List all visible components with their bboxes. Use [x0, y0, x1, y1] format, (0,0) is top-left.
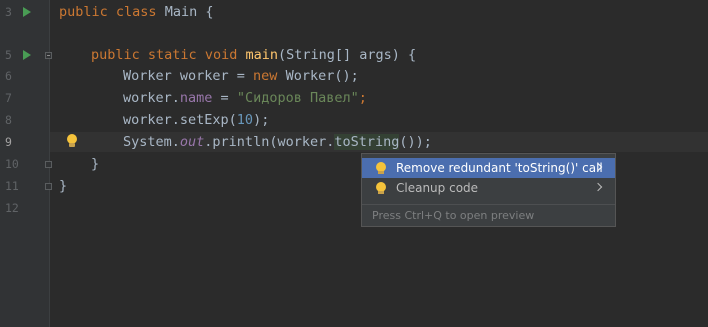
bulb-icon — [375, 178, 389, 198]
code-line-5[interactable]: public static void main(String[] args) { — [91, 45, 416, 65]
method-args: (String[] args) { — [278, 47, 417, 63]
line-number: 12 — [5, 201, 19, 215]
code-line-6[interactable]: Worker worker = new Worker(); — [123, 66, 359, 86]
line-number: 10 — [5, 157, 19, 171]
brace: { — [205, 4, 214, 20]
line-number: 6 — [5, 69, 12, 83]
keyword: static — [147, 47, 197, 63]
preview-hint: Press Ctrl+Q to open preview — [372, 209, 535, 222]
code-line-11[interactable]: } — [59, 176, 67, 196]
remove-redundant-tostring-item[interactable]: Remove redundant 'toString()' call — [362, 158, 615, 178]
code-line-10[interactable]: } — [91, 154, 99, 174]
line-number: 5 — [5, 48, 12, 62]
keyword: public — [59, 4, 108, 20]
code-text: = — [212, 90, 237, 106]
run-main-icon[interactable] — [23, 50, 31, 60]
intention-actions-popup: Remove redundant 'toString()' call Clean… — [361, 153, 616, 227]
chevron-right-icon[interactable] — [593, 182, 603, 192]
keyword: public — [91, 47, 140, 63]
fold-collapse-icon[interactable] — [45, 52, 52, 59]
code-line-3[interactable]: public class Main { — [59, 2, 214, 22]
line-number: 9 — [5, 135, 12, 149]
menu-item-label: Cleanup code — [396, 181, 479, 195]
bulb-icon[interactable] — [65, 132, 79, 152]
line-number: 7 — [5, 91, 12, 105]
code-line-9[interactable]: System.out.println(worker.toString()); — [123, 132, 432, 152]
redundant-call-highlight[interactable]: toString — [334, 134, 400, 150]
class-name: Main — [164, 4, 198, 20]
code-text: Worker worker = — [123, 68, 254, 84]
fold-end-icon[interactable] — [45, 161, 52, 168]
field-name: name — [179, 90, 213, 106]
fold-end-icon[interactable] — [45, 183, 52, 190]
line-number: 3 — [5, 5, 12, 19]
code-text: worker. — [123, 90, 180, 106]
code-text: worker.setExp( — [123, 112, 237, 128]
keyword: class — [115, 4, 157, 20]
code-text: ()); — [399, 134, 432, 150]
semicolon: ; — [358, 90, 367, 106]
string-literal: "Сидоров Павел" — [236, 90, 359, 106]
code-text: .println(worker. — [204, 134, 335, 150]
brace: } — [91, 156, 100, 172]
number-literal: 10 — [236, 112, 254, 128]
keyword: void — [204, 47, 238, 63]
method-name: main — [245, 47, 279, 63]
run-class-icon[interactable] — [23, 7, 31, 17]
static-field: out — [179, 134, 205, 150]
line-number: 8 — [5, 113, 12, 127]
code-text: ); — [253, 112, 270, 128]
menu-item-label: Remove redundant 'toString()' call — [396, 161, 603, 175]
cleanup-code-item[interactable]: Cleanup code — [362, 178, 615, 198]
code-text: Worker(); — [277, 68, 359, 84]
line-number: 11 — [5, 179, 19, 193]
code-line-7[interactable]: worker.name = "Сидоров Павел"; — [123, 88, 367, 108]
divider — [362, 204, 615, 205]
code-line-8[interactable]: worker.setExp(10); — [123, 110, 269, 130]
keyword: new — [253, 68, 278, 84]
code-text: System. — [123, 134, 180, 150]
brace: } — [59, 178, 68, 194]
bulb-icon — [375, 158, 389, 178]
